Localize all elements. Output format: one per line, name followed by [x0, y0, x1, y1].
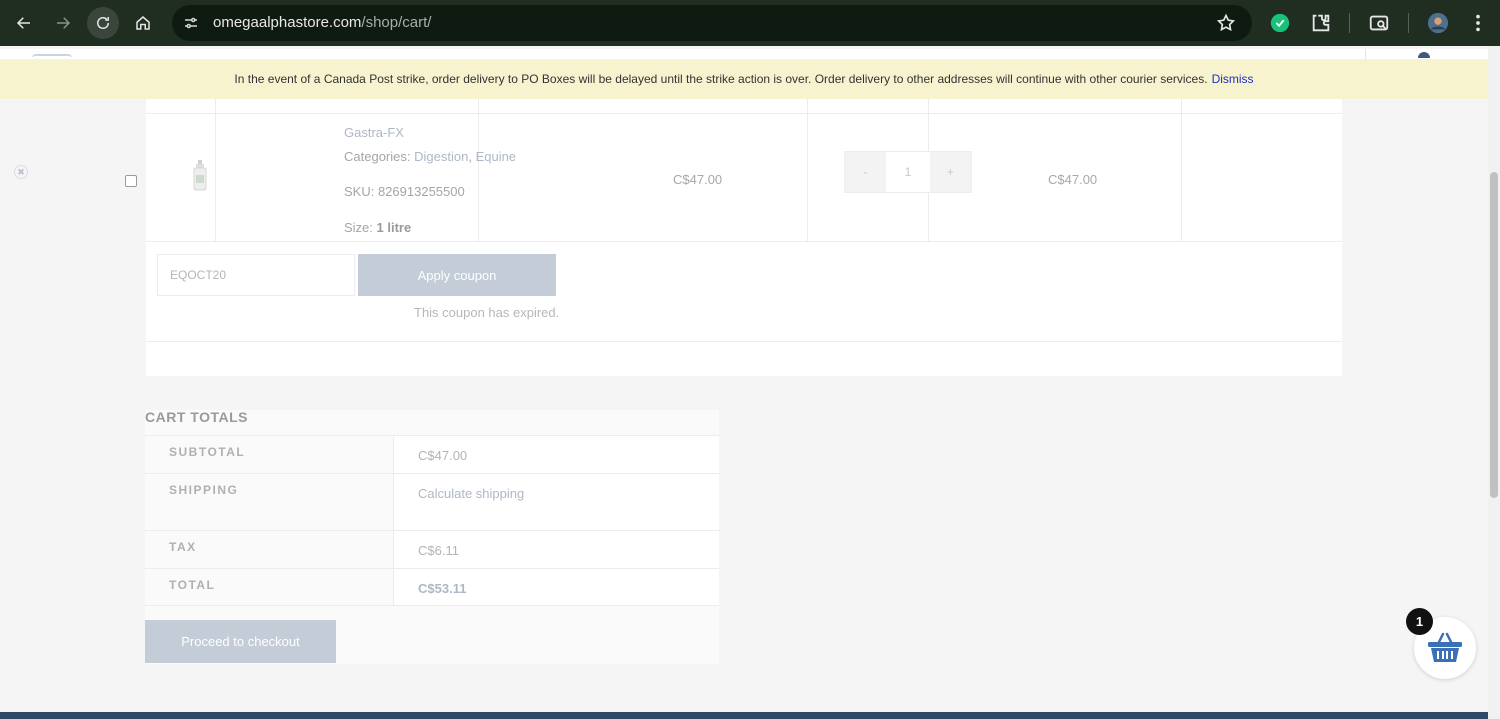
reload-icon: [97, 17, 109, 29]
product-sku: SKU: 826913255500: [344, 184, 465, 199]
category-link-digestion[interactable]: Digestion: [414, 149, 468, 164]
table-cell-divider: [215, 99, 216, 242]
totals-value: C$53.11: [418, 581, 467, 596]
cart-count-badge: 1: [1406, 608, 1433, 635]
arrow-left-icon: [16, 17, 30, 29]
coupon-code-input[interactable]: EQOCT20: [157, 254, 355, 296]
totals-row-subtotal: SUBTOTAL C$47.00: [145, 435, 719, 473]
product-price: C$47.00: [673, 172, 723, 187]
calculate-shipping-link[interactable]: Calculate shipping: [418, 486, 524, 501]
url-text: omegaalphastore.com/shop/cart/: [213, 14, 431, 31]
profile-avatar-icon[interactable]: [1427, 12, 1449, 34]
size-value: 1 litre: [376, 220, 412, 235]
categories-label: Categories:: [344, 149, 411, 164]
site-footer-edge: [0, 712, 1488, 719]
coupon-divider: [146, 341, 1342, 342]
header-account-icon[interactable]: [1418, 52, 1430, 58]
quantity-input[interactable]: 1: [886, 152, 930, 192]
store-notice: In the event of a Canada Post strike, or…: [0, 59, 1488, 99]
totals-cell-divider: [393, 474, 394, 530]
quantity-increase-button[interactable]: +: [929, 152, 971, 192]
totals-cell-divider: [393, 436, 394, 473]
size-label: Size:: [344, 220, 373, 235]
coupon-section: EQOCT20 Apply coupon This coupon has exp…: [146, 242, 1342, 376]
scrollbar-thumb[interactable]: [1490, 172, 1498, 498]
table-cell-divider: [478, 99, 479, 242]
table-cell-divider: [807, 99, 808, 242]
totals-cell-divider: [393, 531, 394, 568]
back-button[interactable]: [8, 7, 40, 39]
totals-row-total: TOTAL C$53.11: [145, 568, 719, 606]
apply-coupon-button[interactable]: Apply coupon: [358, 254, 556, 296]
tab-search-icon[interactable]: [1368, 12, 1390, 34]
totals-row-shipping: SHIPPING Calculate shipping: [145, 473, 719, 530]
bookmark-star-icon[interactable]: [1216, 13, 1236, 33]
item-select-checkbox[interactable]: [125, 175, 137, 187]
store-notice-text: In the event of a Canada Post strike, or…: [234, 72, 1208, 86]
totals-label: TAX: [169, 540, 197, 554]
cart-totals-heading: CART TOTALS: [145, 409, 248, 425]
extensions-puzzle-icon[interactable]: [1310, 12, 1332, 34]
site-header-edge: [0, 49, 1488, 59]
toolbar-separator: [1349, 13, 1350, 33]
cart-table: [146, 99, 1342, 242]
home-icon: [136, 16, 150, 30]
close-icon: ✖: [17, 166, 25, 177]
url-host: omegaalphastore.com: [213, 14, 362, 31]
totals-value: C$47.00: [418, 448, 468, 463]
product-name-link[interactable]: Gastra-FX: [344, 125, 404, 140]
product-subtotal: C$47.00: [1048, 172, 1098, 187]
home-button[interactable]: [127, 7, 159, 39]
product-categories: Categories: Digestion, Equine: [344, 149, 516, 164]
site-logo[interactable]: [32, 54, 72, 58]
url-path: /shop/cart/: [361, 14, 432, 31]
forward-button[interactable]: [47, 7, 79, 39]
totals-label: TOTAL: [169, 578, 216, 592]
totals-value-cell: [394, 474, 719, 530]
address-bar[interactable]: omegaalphastore.com/shop/cart/: [172, 5, 1252, 41]
totals-label: SUBTOTAL: [169, 445, 246, 459]
proceed-to-checkout-button[interactable]: Proceed to checkout: [145, 620, 336, 663]
category-separator: ,: [468, 149, 472, 164]
shopping-basket-icon: [1428, 632, 1462, 662]
product-size: Size: 1 litre: [344, 220, 411, 235]
table-row-divider: [146, 113, 1342, 114]
reload-button[interactable]: [87, 7, 119, 39]
remove-item-button[interactable]: ✖: [14, 165, 28, 179]
site-settings-icon[interactable]: [182, 14, 200, 32]
page-content: In the event of a Canada Post strike, or…: [0, 46, 1488, 719]
menu-kebab-icon[interactable]: [1467, 12, 1489, 34]
toolbar-separator: [1408, 13, 1409, 33]
totals-label: SHIPPING: [169, 483, 239, 497]
dismiss-link[interactable]: Dismiss: [1212, 72, 1254, 86]
totals-row-tax: TAX C$6.11: [145, 530, 719, 568]
arrow-right-icon: [57, 17, 71, 29]
quantity-decrease-button[interactable]: -: [845, 152, 887, 192]
table-cell-divider: [1181, 99, 1182, 242]
browser-toolbar: omegaalphastore.com/shop/cart/: [0, 0, 1500, 46]
page-scrollbar[interactable]: [1488, 46, 1500, 719]
extension-green-icon[interactable]: [1269, 12, 1291, 34]
header-divider: [1365, 49, 1366, 59]
quantity-stepper: - 1 +: [844, 151, 972, 193]
category-link-equine[interactable]: Equine: [476, 149, 516, 164]
product-thumbnail[interactable]: [193, 160, 207, 192]
totals-cell-divider: [393, 569, 394, 605]
coupon-error-message: This coupon has expired.: [414, 305, 560, 320]
totals-value: C$6.11: [418, 543, 459, 558]
